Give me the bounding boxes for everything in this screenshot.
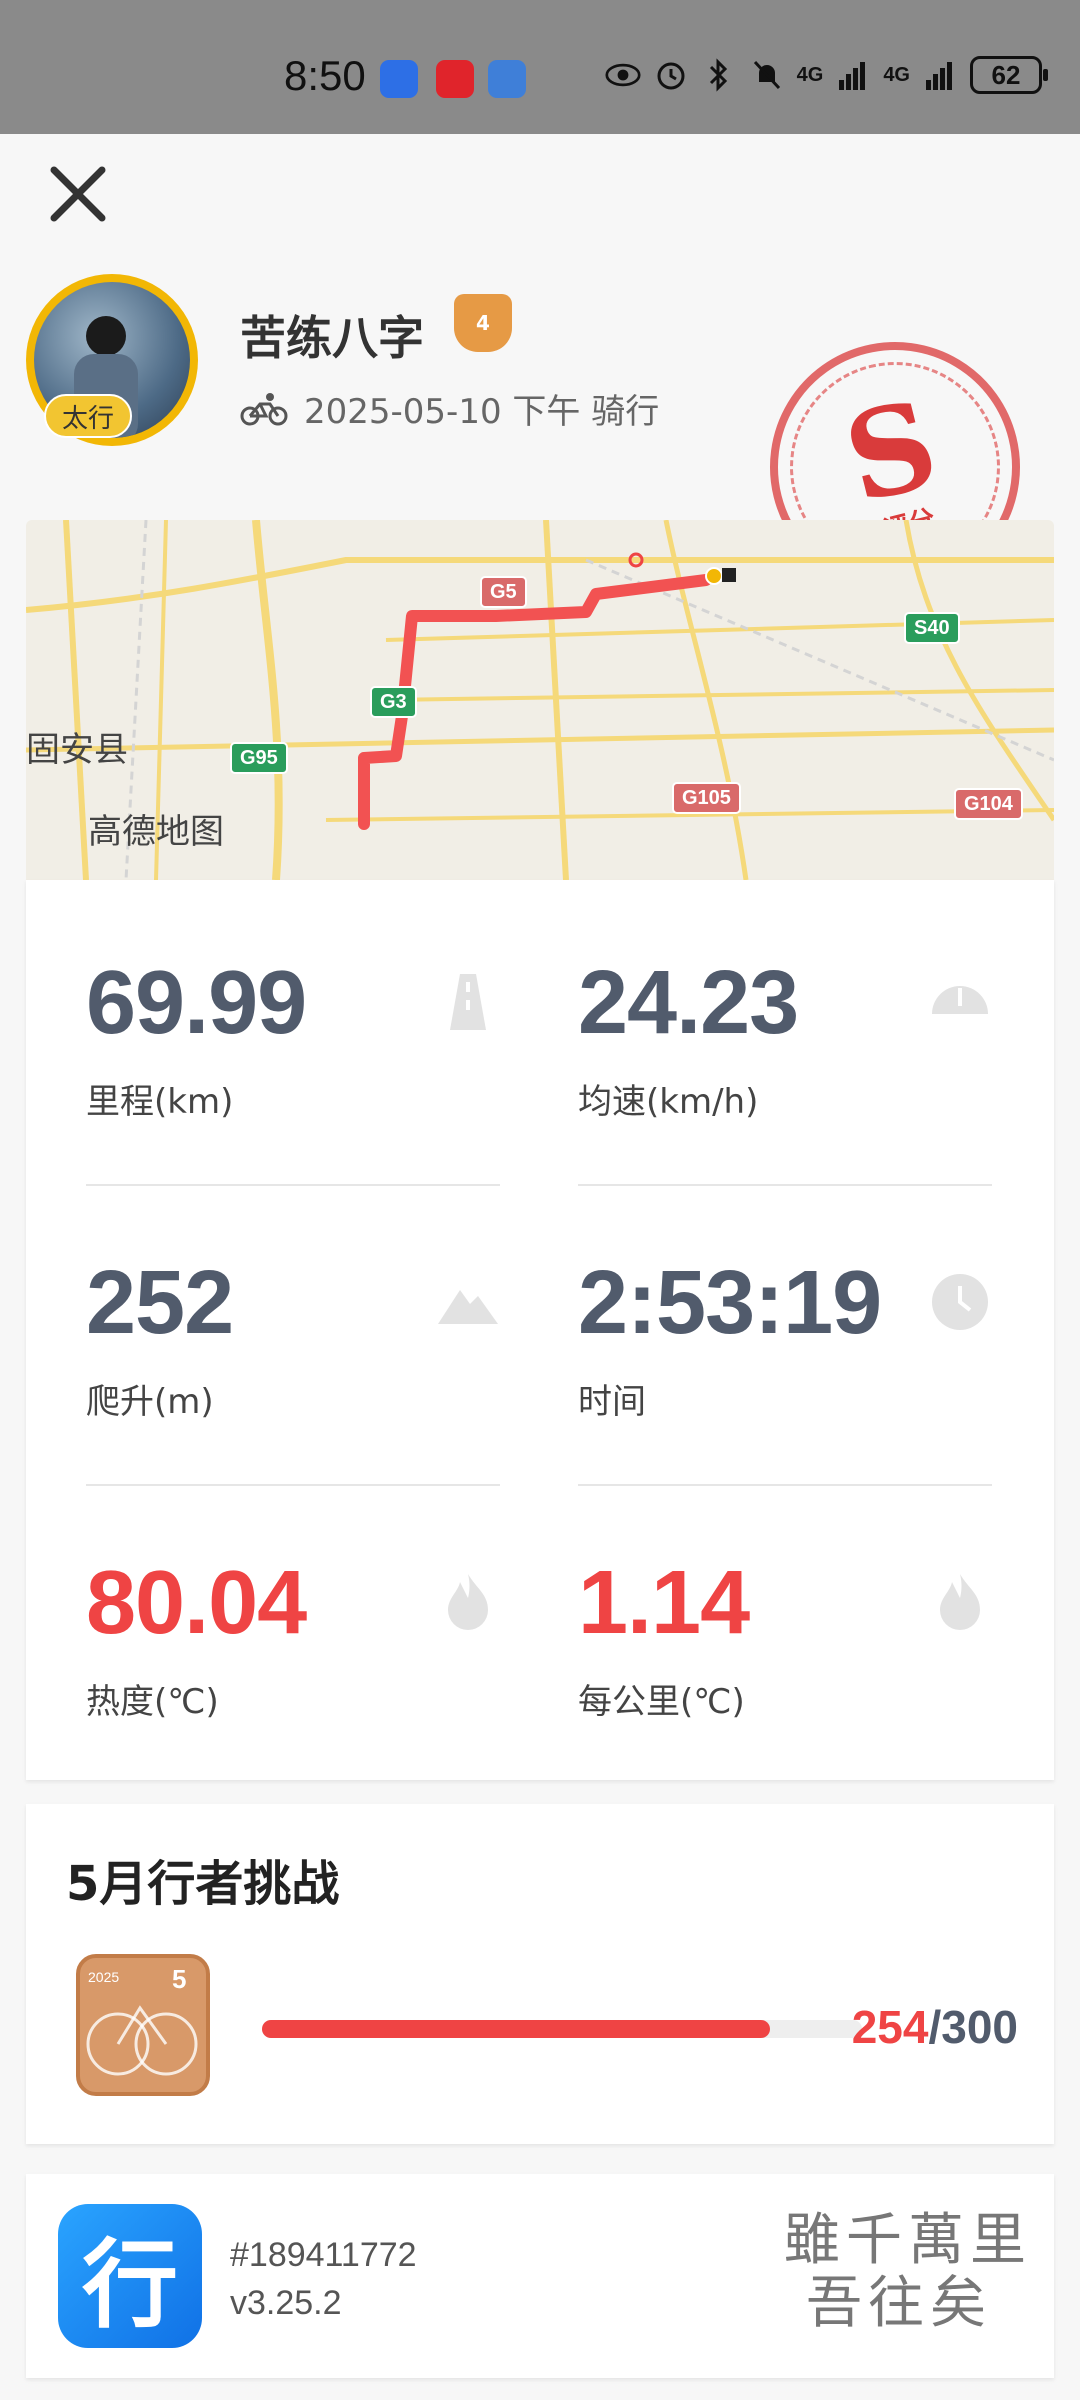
challenge-medal: 2025 5 <box>76 1954 210 2096</box>
road-tag: S40 <box>904 612 960 644</box>
notification-app-icon <box>380 60 418 98</box>
mountain-icon <box>436 1270 500 1334</box>
app-version: v3.25.2 <box>230 2284 342 2322</box>
speedometer-icon <box>928 970 992 1034</box>
stat-item: 24.23 均速(km/h) <box>578 952 992 1252</box>
stat-label: 爬升(m) <box>86 1382 214 1422</box>
route-map[interactable]: G5 S40 G3 G95 G105 G104 固安县 高德地图 <box>26 520 1054 880</box>
stat-value: 1.14 <box>578 1553 750 1653</box>
mute-bell-icon <box>749 57 785 93</box>
map-place-label: 固安县 <box>26 730 128 770</box>
calligraphy-line: 吾往矣 <box>806 2270 992 2336</box>
stat-label: 里程(km) <box>86 1082 234 1122</box>
calligraphy-line: 雖千萬里 <box>784 2208 1032 2273</box>
road-tag: G104 <box>954 788 1023 820</box>
start-marker <box>705 567 723 585</box>
stat-value: 2:53:19 <box>578 1253 882 1353</box>
stat-item: 69.99 里程(km) <box>86 952 500 1252</box>
stat-value: 24.23 <box>578 953 799 1053</box>
bicycle-icon <box>240 392 288 425</box>
stat-label: 时间 <box>578 1382 646 1422</box>
status-bar: 8:50 4G 4G 62 <box>0 0 1080 134</box>
notification-app-icon <box>488 60 526 98</box>
network-4g-2: 4G <box>883 63 910 86</box>
app-logo-icon: 行 <box>58 2204 202 2348</box>
challenge-card[interactable]: 5月行者挑战 2025 5 254/300 <box>26 1804 1054 2144</box>
level-badge: 4 <box>454 294 512 352</box>
challenge-progress-text: 254/300 <box>852 2000 1018 2054</box>
stat-item: 2:53:19 时间 <box>578 1252 992 1552</box>
eye-icon <box>605 57 641 93</box>
flame-icon <box>436 1570 500 1634</box>
stat-label: 每公里(℃) <box>578 1682 745 1722</box>
flame-icon <box>928 1570 992 1634</box>
user-id: #189411772 <box>230 2236 417 2274</box>
signal-icon <box>922 57 958 93</box>
challenge-current: 254 <box>851 2001 929 2053</box>
road-tag: G95 <box>230 742 288 774</box>
divider <box>578 1184 992 1186</box>
stat-value: 69.99 <box>86 953 307 1053</box>
challenge-title: 5月行者挑战 <box>66 1856 340 1912</box>
score-grade: S <box>832 372 951 531</box>
divider <box>578 1484 992 1486</box>
notification-app-icon <box>436 60 474 98</box>
road-tag: G5 <box>480 576 527 608</box>
challenge-progress-bar <box>262 2020 862 2038</box>
stat-label: 热度(℃) <box>86 1682 219 1722</box>
svg-text:2025: 2025 <box>88 1969 119 1985</box>
clock-icon <box>928 1270 992 1334</box>
activity-meta: 2025-05-10 下午 骑行 <box>240 384 659 433</box>
stats-card: 69.99 里程(km) 24.23 均速(km/h) 252 爬升(m) 2:53:19 时… <box>26 880 1054 1780</box>
calligraphy-motto: 雖千萬里 吾往矣 <box>752 2208 1032 2336</box>
challenge-total: /300 <box>928 2001 1018 2053</box>
divider <box>86 1184 500 1186</box>
activity-detail-page: 太行 苦练八字 4 2025-05-10 下午 骑行 S 评分 <box>0 134 1080 2400</box>
road-icon <box>436 970 500 1034</box>
signal-icon <box>835 57 871 93</box>
status-time: 8:50 <box>284 52 366 99</box>
svg-text:5: 5 <box>172 1964 186 1994</box>
avatar-title-badge: 太行 <box>44 394 132 438</box>
username: 苦练八字 <box>240 311 424 365</box>
stat-value: 80.04 <box>86 1553 307 1653</box>
app-footer: 行 #189411772 v3.25.2 雖千萬里 吾往矣 <box>26 2174 1054 2378</box>
activity-date: 2025-05-10 下午 骑行 <box>304 392 660 432</box>
close-button[interactable] <box>44 160 112 228</box>
status-icons: 4G 4G 62 <box>605 56 1048 94</box>
battery-indicator: 62 <box>970 56 1048 94</box>
divider <box>86 1484 500 1486</box>
stat-item: 252 爬升(m) <box>86 1252 500 1552</box>
stat-value: 252 <box>86 1253 234 1353</box>
network-4g-1: 4G <box>796 63 824 86</box>
map-provider-label: 高德地图 <box>88 812 224 852</box>
close-icon <box>50 166 106 222</box>
road-tag: G3 <box>370 686 417 718</box>
road-tag: G105 <box>672 782 741 814</box>
finish-flag-icon <box>722 568 736 582</box>
stat-label: 均速(km/h) <box>578 1082 759 1122</box>
alarm-icon <box>653 57 689 93</box>
bluetooth-icon <box>701 57 737 93</box>
challenge-progress-fill <box>262 2020 771 2038</box>
